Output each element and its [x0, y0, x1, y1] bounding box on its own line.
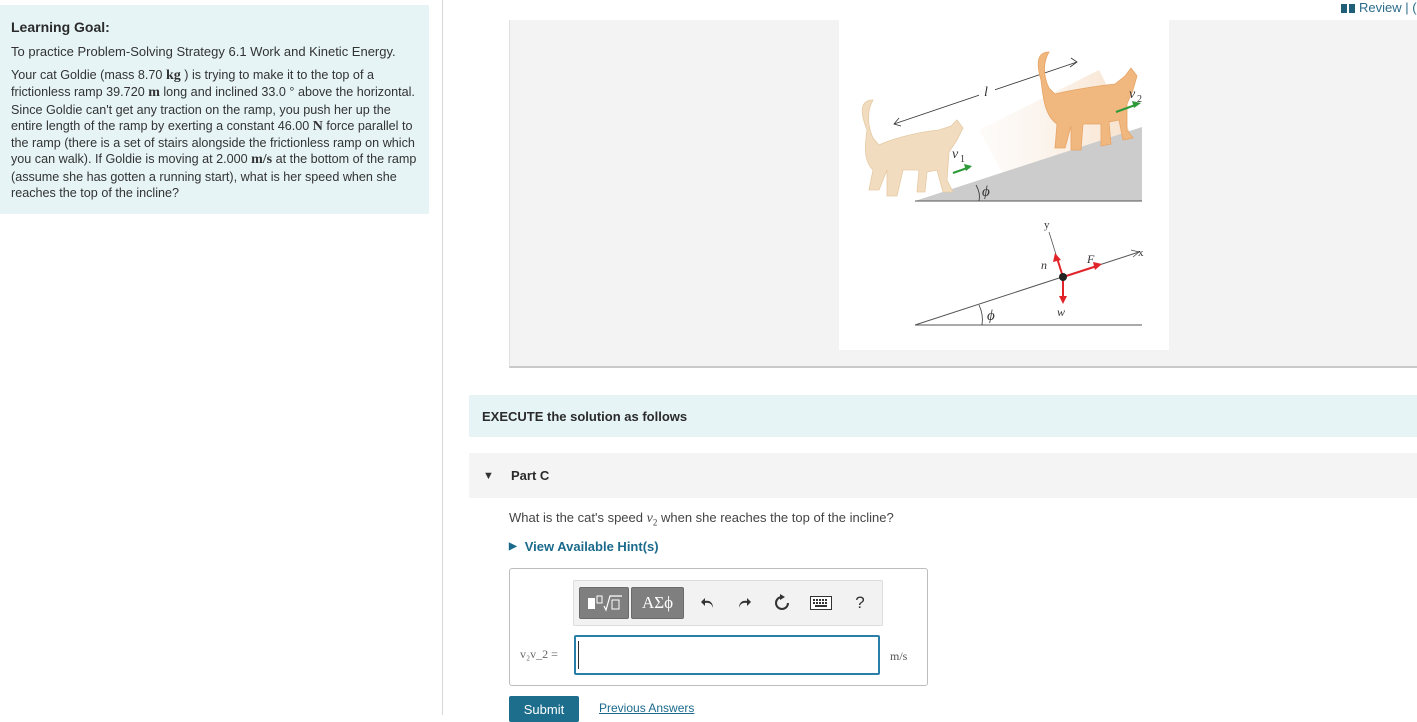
label-l: l	[984, 85, 988, 100]
label-y: y	[1044, 219, 1050, 231]
execute-label: EXECUTE the solution as follows	[482, 408, 688, 424]
label-v1: v	[952, 147, 959, 162]
label-phi-fbd: ϕ	[987, 308, 995, 324]
unit-ms: m/s	[251, 152, 273, 168]
collapse-caret-icon[interactable]: ▼	[483, 470, 497, 482]
answer-variable-label: v₂v_2 =	[520, 647, 558, 661]
label-n: n	[1041, 258, 1047, 272]
review-label: Review | (	[1359, 0, 1417, 15]
answer-input[interactable]	[574, 635, 880, 675]
length-arrow-head	[1069, 57, 1078, 68]
cat-ramp-diagram: l v 1 v 2 ϕ y x ϕ n F w	[861, 51, 1144, 326]
v1-arrow-head	[964, 164, 972, 171]
label-F: F	[1086, 252, 1095, 266]
problem-text: long and inclined 33.0	[163, 85, 286, 100]
keyboard-button[interactable]	[806, 587, 836, 619]
view-hints-link[interactable]: ▶ View Available Hint(s)	[509, 539, 659, 554]
unit-kg: kg	[165, 68, 181, 83]
fbd-incline-x-axis	[914, 251, 1140, 326]
label-x: x	[1138, 247, 1144, 259]
symbols-button[interactable]: ΑΣϕ	[631, 587, 684, 619]
fbd-point	[1059, 273, 1067, 281]
degree-symbol: °	[289, 85, 295, 100]
unit-n: N	[312, 118, 323, 134]
learning-goal-panel: Learning Goal: To practice Problem-Solvi…	[0, 5, 429, 214]
label-w: w	[1057, 305, 1065, 319]
previous-answers-link[interactable]: Previous Answers	[599, 701, 694, 715]
problem-statement: Your cat Goldie (mass 8.70 kg ) is tryin…	[11, 67, 417, 201]
redo-button[interactable]	[730, 587, 758, 619]
redo-icon	[739, 598, 751, 608]
question-pre: What is the cat's speed	[509, 510, 643, 525]
weight-head	[1059, 296, 1067, 304]
review-link[interactable]: Review | (	[1341, 0, 1417, 15]
submit-button[interactable]: Submit	[509, 696, 579, 722]
normal-force-head	[1053, 253, 1061, 262]
part-label: Part C	[511, 468, 550, 483]
book-icon	[1341, 4, 1355, 13]
text-cursor	[578, 641, 579, 669]
templates-icon	[588, 595, 622, 612]
part-c-header[interactable]: ▼ Part C	[469, 453, 1417, 498]
figure-card: l v 1 v 2 ϕ y x ϕ n F w	[509, 20, 1417, 368]
help-icon[interactable]: ?	[846, 587, 874, 619]
problem-text: Your cat Goldie (mass 8.70	[11, 68, 163, 82]
expand-caret-icon: ▶	[509, 541, 517, 552]
reset-icon	[775, 594, 789, 610]
reset-button[interactable]	[768, 587, 796, 619]
label-phi: ϕ	[982, 184, 990, 200]
undo-icon	[701, 598, 713, 608]
execute-section-header: EXECUTE the solution as follows	[469, 395, 1417, 437]
math-toolbar: ΑΣϕ ?	[573, 580, 883, 626]
unit-m: m	[148, 85, 160, 101]
fbd-angle-arc	[978, 304, 983, 326]
answer-box: ΑΣϕ ? v₂v_2 = m/s	[509, 568, 928, 686]
question-text: What is the cat's speed v2 when she reac…	[509, 510, 894, 528]
label-v1-sub: 1	[960, 154, 965, 165]
undo-button[interactable]	[694, 587, 722, 619]
templates-button[interactable]	[579, 587, 629, 619]
question-post: when she reaches the top of the incline?	[660, 510, 894, 525]
hint-label: View Available Hint(s)	[524, 539, 659, 554]
learning-goal-text: To practice Problem-Solving Strategy 6.1…	[11, 44, 396, 59]
keyboard-icon	[810, 596, 832, 610]
label-v2: v	[1129, 87, 1136, 102]
column-divider	[442, 0, 443, 715]
answer-unit-label: m/s	[890, 649, 908, 663]
cat-bottom	[861, 99, 964, 197]
question-var-sub: 2	[652, 517, 658, 528]
push-force-head	[1093, 262, 1102, 270]
push-force-arrow	[1062, 265, 1098, 278]
figure-image: l v 1 v 2 ϕ y x ϕ n F w	[839, 20, 1169, 350]
learning-goal-title: Learning Goal:	[11, 19, 110, 35]
